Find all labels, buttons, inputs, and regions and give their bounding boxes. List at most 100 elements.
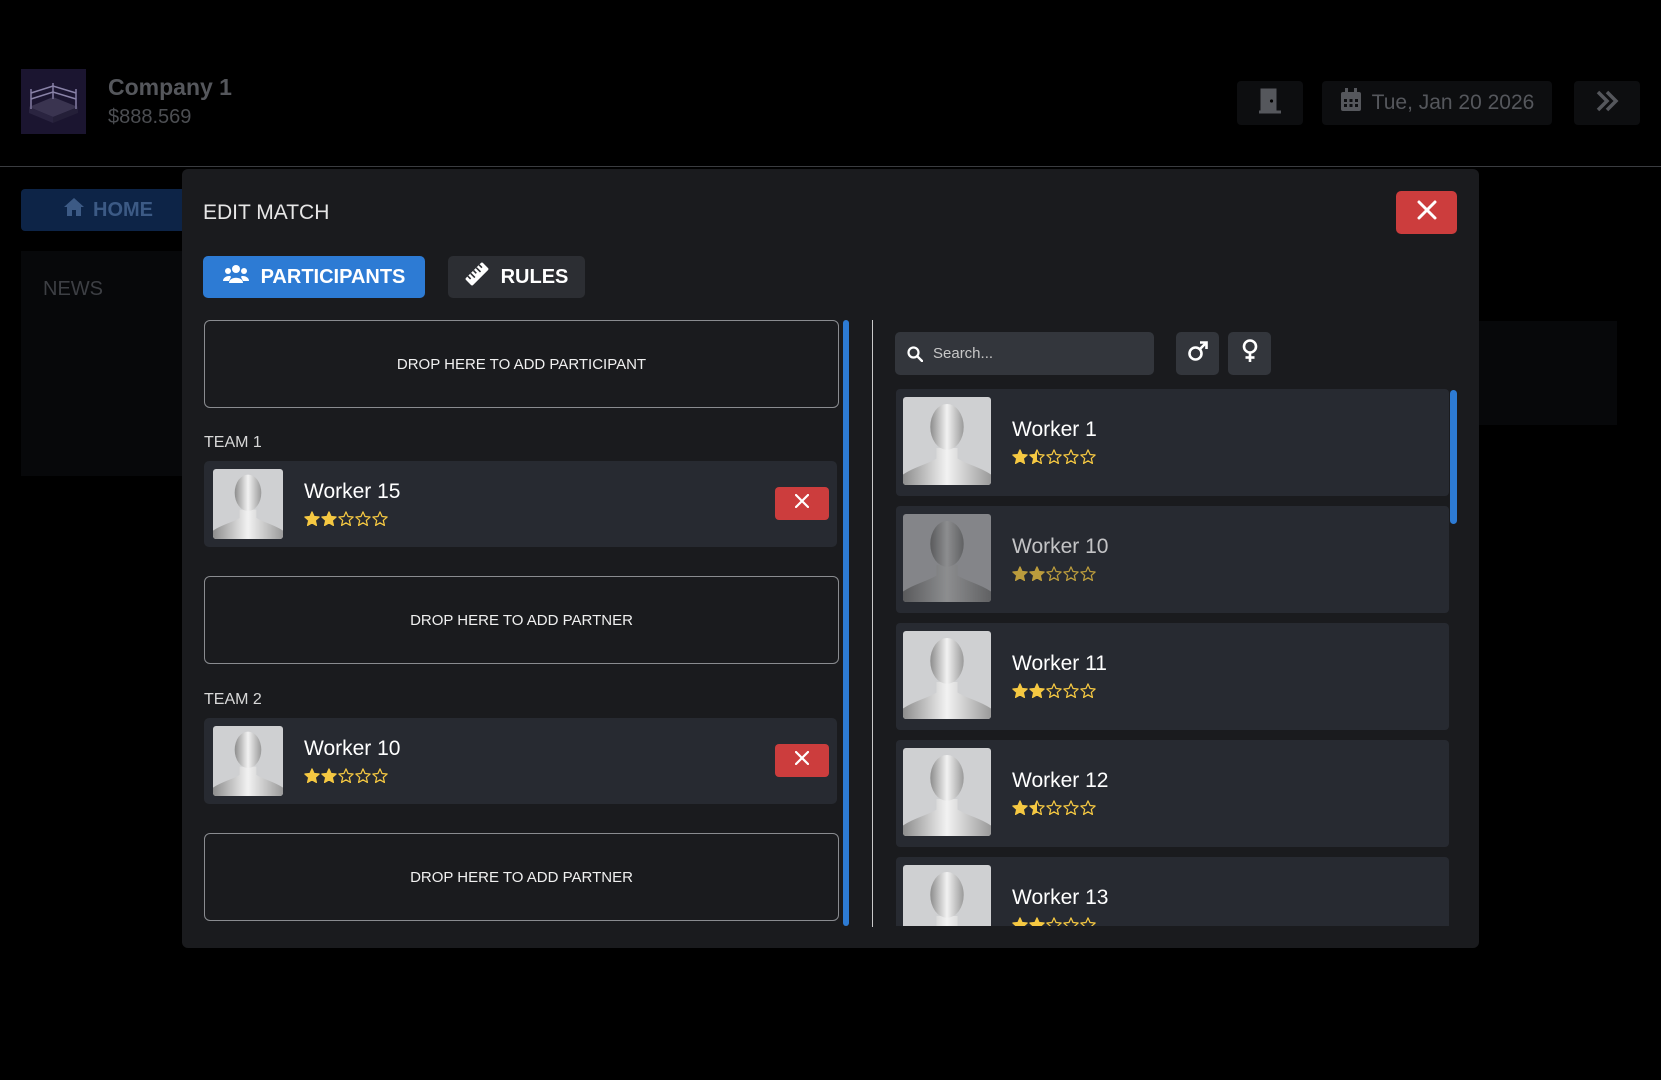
- star-empty-icon: [1046, 800, 1062, 816]
- home-icon: [63, 197, 85, 223]
- door-icon: [1259, 88, 1281, 119]
- star-empty-icon: [338, 768, 354, 784]
- star-empty-icon: [372, 511, 388, 527]
- avatar: [213, 469, 283, 539]
- avatar: [903, 865, 991, 926]
- worker-name: Worker 1: [1012, 418, 1097, 441]
- company-balance: $888.569: [108, 106, 192, 128]
- star-empty-icon: [1063, 449, 1079, 465]
- exit-button[interactable]: [1237, 81, 1303, 125]
- drop-participant-label: DROP HERE TO ADD PARTICIPANT: [396, 355, 647, 373]
- avatar: [903, 631, 991, 719]
- worker-roster-list[interactable]: Worker 1 Worker 10 Worker 11 Worker 12 W…: [896, 389, 1453, 926]
- participant-name: Worker 10: [304, 737, 401, 760]
- star-empty-icon: [372, 768, 388, 784]
- search-field[interactable]: [895, 332, 1154, 375]
- star-empty-icon: [1080, 449, 1096, 465]
- participant-card[interactable]: Worker 15: [204, 461, 837, 547]
- avatar: [213, 726, 283, 796]
- star-empty-icon: [355, 511, 371, 527]
- worker-name: Worker 11: [1012, 652, 1107, 675]
- company-name: Company 1: [108, 74, 232, 100]
- news-heading: NEWS: [43, 278, 103, 300]
- edit-match-modal: EDIT MATCH PARTICIPANTS RULES DROP HERE …: [182, 169, 1479, 948]
- list-item[interactable]: Worker 11: [896, 623, 1449, 730]
- close-modal-button[interactable]: [1396, 191, 1457, 234]
- list-item[interactable]: Worker 12: [896, 740, 1449, 847]
- star-half-icon: [1029, 449, 1045, 465]
- star-full-icon: [304, 511, 320, 527]
- tab-rules[interactable]: RULES: [448, 256, 585, 298]
- star-empty-icon: [1080, 566, 1096, 582]
- star-empty-icon: [1046, 917, 1062, 926]
- star-full-icon: [1012, 566, 1028, 582]
- column-divider: [872, 320, 873, 927]
- worker-name: Worker 12: [1012, 769, 1109, 792]
- news-panel: NEWS: [21, 251, 191, 476]
- drop-participant-zone[interactable]: DROP HERE TO ADD PARTICIPANT: [204, 320, 839, 408]
- tab-participants[interactable]: PARTICIPANTS: [203, 256, 425, 298]
- search-input[interactable]: [931, 344, 1135, 363]
- star-full-icon: [1012, 449, 1028, 465]
- avatar: [903, 514, 991, 602]
- star-empty-icon: [1063, 800, 1079, 816]
- female-icon: [1241, 339, 1259, 368]
- star-half-icon: [1029, 800, 1045, 816]
- drop-partner-zone[interactable]: DROP HERE TO ADD PARTNER: [204, 576, 839, 664]
- calendar-icon: [1340, 88, 1362, 118]
- tab-participants-label: PARTICIPANTS: [260, 265, 406, 288]
- star-full-icon: [1029, 566, 1045, 582]
- star-full-icon: [321, 511, 337, 527]
- worker-name: Worker 13: [1012, 886, 1109, 909]
- rating-stars: [1012, 566, 1096, 582]
- star-empty-icon: [1080, 800, 1096, 816]
- star-empty-icon: [355, 768, 371, 784]
- nav-home-button[interactable]: HOME: [21, 189, 191, 231]
- ruler-icon: [465, 262, 489, 292]
- rating-stars: [1012, 449, 1096, 465]
- date-button[interactable]: Tue, Jan 20 2026: [1322, 81, 1552, 125]
- list-item[interactable]: Worker 13: [896, 857, 1449, 926]
- star-full-icon: [304, 768, 320, 784]
- close-icon: [794, 493, 810, 513]
- filter-female-button[interactable]: [1228, 332, 1271, 375]
- star-full-icon: [1012, 800, 1028, 816]
- star-empty-icon: [1080, 683, 1096, 699]
- star-full-icon: [321, 768, 337, 784]
- remove-participant-button[interactable]: [775, 744, 829, 777]
- star-full-icon: [1029, 683, 1045, 699]
- participant-card[interactable]: Worker 10: [204, 718, 837, 804]
- users-icon: [222, 264, 249, 290]
- participants-scrollbar[interactable]: [843, 320, 849, 926]
- team-1-label: TEAM 1: [204, 434, 262, 451]
- filter-male-button[interactable]: [1176, 332, 1219, 375]
- participant-name: Worker 15: [304, 480, 401, 503]
- remove-participant-button[interactable]: [775, 487, 829, 520]
- roster-scrollbar[interactable]: [1450, 390, 1457, 524]
- drop-partner-label: DROP HERE TO ADD PARTNER: [410, 611, 633, 629]
- star-full-icon: [1029, 917, 1045, 926]
- star-empty-icon: [1046, 449, 1062, 465]
- double-chevron-right-icon: [1595, 90, 1619, 117]
- avatar: [903, 397, 991, 485]
- star-empty-icon: [1063, 566, 1079, 582]
- worker-name: Worker 10: [1012, 535, 1109, 558]
- advance-day-button[interactable]: [1574, 81, 1640, 125]
- avatar: [903, 748, 991, 836]
- nav-home-label: HOME: [93, 198, 153, 221]
- team-2-label: TEAM 2: [204, 691, 262, 708]
- background-panel: [1479, 321, 1617, 425]
- rating-stars: [1012, 800, 1096, 816]
- drop-partner-zone[interactable]: DROP HERE TO ADD PARTNER: [204, 833, 839, 921]
- star-full-icon: [1012, 683, 1028, 699]
- list-item[interactable]: Worker 1: [896, 389, 1449, 496]
- star-empty-icon: [1080, 917, 1096, 926]
- current-date: Tue, Jan 20 2026: [1371, 91, 1535, 114]
- star-empty-icon: [1046, 683, 1062, 699]
- star-empty-icon: [1063, 683, 1079, 699]
- modal-title: EDIT MATCH: [203, 201, 330, 224]
- rating-stars: [1012, 683, 1096, 699]
- company-logo: [21, 69, 86, 134]
- star-empty-icon: [1063, 917, 1079, 926]
- list-item[interactable]: Worker 10: [896, 506, 1449, 613]
